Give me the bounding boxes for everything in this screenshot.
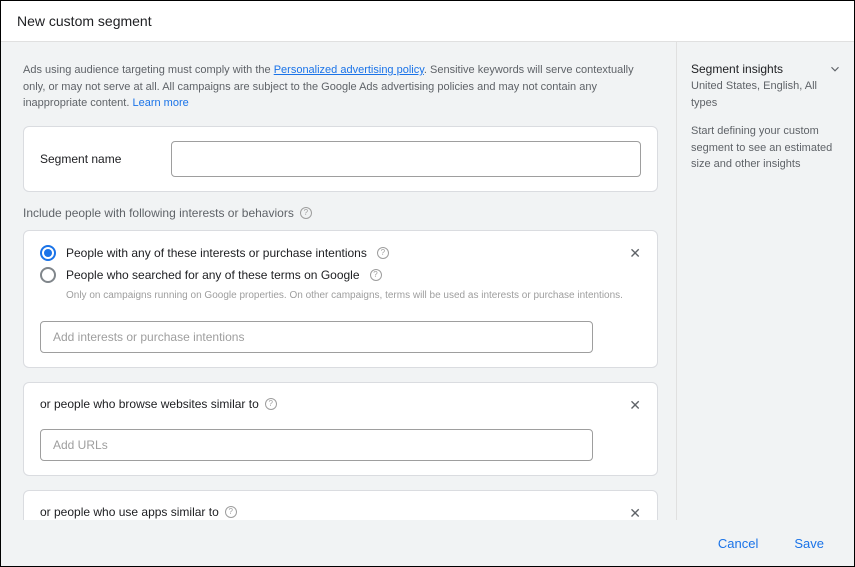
radio-unselected-icon [40,267,56,283]
policy-link[interactable]: Personalized advertising policy [274,64,424,76]
close-icon[interactable]: ✕ [629,397,641,414]
main-column: Ads using audience targeting must comply… [1,42,676,520]
websites-card: ✕ or people who browse websites similar … [23,382,658,476]
radio-interests-label: People with any of these interests or pu… [66,246,367,260]
chevron-down-icon[interactable] [828,62,842,82]
radio-selected-icon [40,245,56,261]
save-button[interactable]: Save [788,528,830,559]
insights-subtitle: United States, English, All types [691,78,840,111]
radio-interests[interactable]: People with any of these interests or pu… [40,245,641,261]
learn-more-link[interactable]: Learn more [132,97,188,109]
close-icon[interactable]: ✕ [629,505,641,521]
help-icon[interactable]: ? [377,247,389,259]
radio-searched-note: Only on campaigns running on Google prop… [66,289,641,303]
segment-name-card: Segment name [23,126,658,192]
insights-description: Start defining your custom segment to se… [691,123,840,173]
apps-card: ✕ or people who use apps similar to ? [23,490,658,521]
help-icon[interactable]: ? [300,207,312,219]
urls-input[interactable] [40,429,593,461]
help-icon[interactable]: ? [225,506,237,518]
dialog-footer: Cancel Save [1,520,854,566]
insights-title: Segment insights [691,60,840,78]
apps-heading: or people who use apps similar to ? [40,505,641,519]
dialog-content: Ads using audience targeting must comply… [1,42,854,520]
segment-name-label: Segment name [40,152,121,166]
cancel-button[interactable]: Cancel [712,528,764,559]
segment-insights-panel: Segment insights United States, English,… [676,42,854,520]
include-label: Include people with following interests … [23,206,658,220]
websites-heading: or people who browse websites similar to… [40,397,641,411]
policy-text: Ads using audience targeting must comply… [23,62,658,112]
policy-pre: Ads using audience targeting must comply… [23,64,274,76]
segment-name-input[interactable] [171,141,641,177]
radio-searched[interactable]: People who searched for any of these ter… [40,267,641,283]
help-icon[interactable]: ? [370,269,382,281]
interests-card: ✕ People with any of these interests or … [23,230,658,368]
interests-input[interactable] [40,321,593,353]
help-icon[interactable]: ? [265,398,277,410]
dialog-title: New custom segment [1,1,854,42]
custom-segment-dialog: New custom segment Ads using audience ta… [0,0,855,567]
radio-searched-label: People who searched for any of these ter… [66,268,360,282]
close-icon[interactable]: ✕ [629,245,641,262]
